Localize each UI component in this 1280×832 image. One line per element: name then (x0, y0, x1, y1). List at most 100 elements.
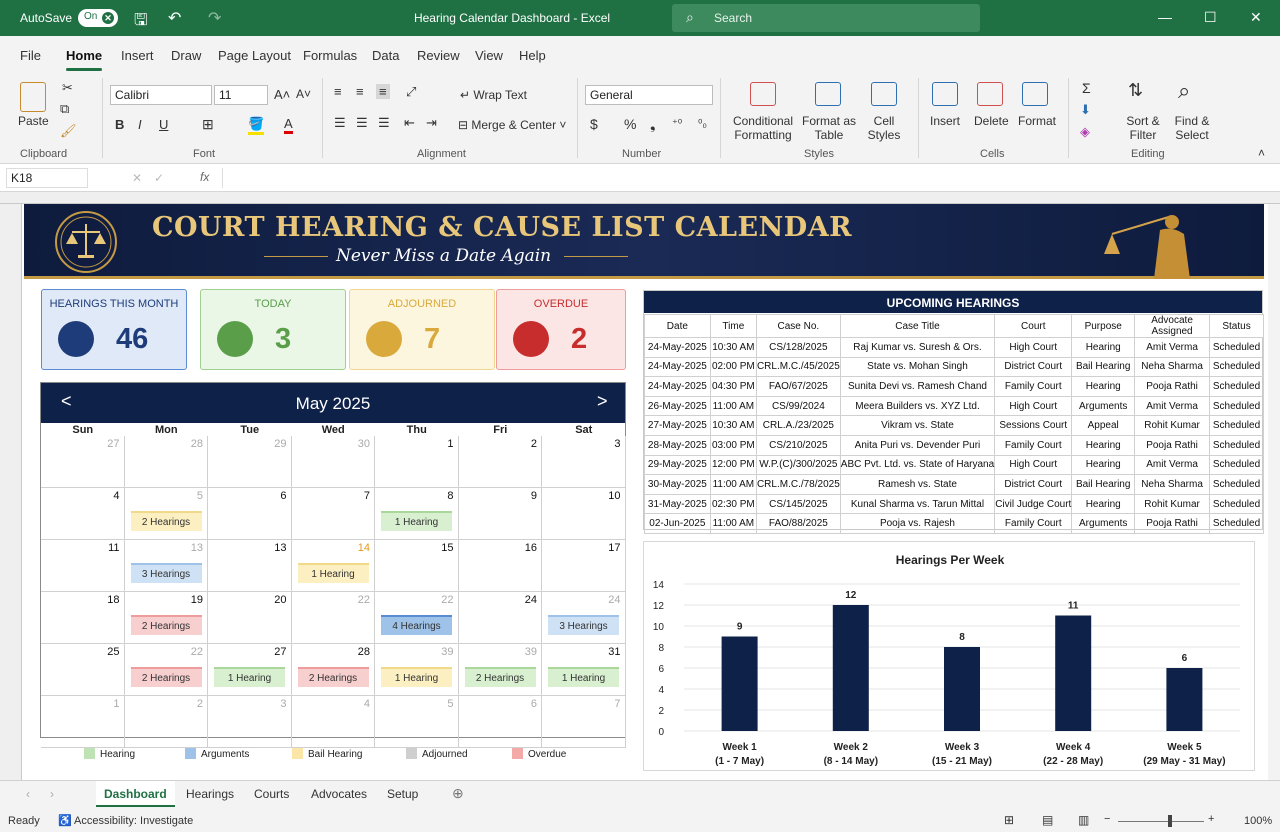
tab-insert[interactable]: Insert (121, 48, 154, 63)
table-cell[interactable]: W.P.(C)/300/2025 (755, 454, 841, 476)
delete-button[interactable]: Delete (974, 114, 1009, 128)
calendar-day[interactable]: 1 (41, 696, 125, 748)
column-header[interactable]: Status (1209, 314, 1264, 338)
calendar-day[interactable]: 27 (41, 436, 125, 488)
table-cell[interactable]: Scheduled (1209, 356, 1264, 378)
table-cell[interactable]: 29-May-2025 (644, 454, 711, 476)
formula-input[interactable] (222, 168, 1258, 188)
calendar-day[interactable]: 24 3 Hearings (542, 592, 626, 644)
save-icon[interactable]: 🖫 (134, 9, 148, 36)
table-cell[interactable]: Scheduled (1209, 454, 1264, 476)
table-row[interactable]: 30-May-2025 11:00 AM CRL.M.C./78/2025 Rames… (644, 474, 1264, 495)
table-cell[interactable]: Anita Puri vs. Devender Puri (839, 434, 996, 456)
column-header[interactable]: Time (709, 314, 757, 338)
align-left-icon[interactable]: ☰ (334, 115, 346, 131)
tab-page-layout[interactable]: Page Layout (218, 48, 291, 63)
table-cell[interactable]: Rohit Kumar (1134, 415, 1211, 436)
comma-icon[interactable]: ❟ (650, 116, 656, 133)
number-format-select[interactable]: General (585, 85, 713, 105)
function-icon[interactable]: fx (200, 170, 209, 184)
calendar-day[interactable]: 10 (542, 488, 626, 540)
find-select-button[interactable]: Find & Select (1172, 114, 1212, 142)
column-header[interactable]: Case Title (839, 314, 996, 338)
table-cell[interactable]: CRL.A./23/2025 (755, 415, 841, 436)
conditional-formatting-button[interactable]: Conditional Formatting (732, 114, 794, 142)
underline-icon[interactable]: U (159, 117, 168, 132)
calendar-day[interactable]: 28 (124, 436, 208, 488)
calendar-day[interactable]: 9 (458, 488, 542, 540)
table-cell[interactable]: 26-May-2025 (644, 395, 711, 417)
tab-data[interactable]: Data (372, 48, 399, 63)
column-header[interactable]: Date (644, 314, 711, 338)
accessibility-status[interactable]: Accessibility: Investigate (74, 815, 193, 827)
table-cell[interactable]: Scheduled (1209, 395, 1264, 417)
table-cell[interactable]: Bail Hearing (1071, 474, 1136, 495)
table-cell[interactable]: CS/145/2025 (755, 493, 841, 515)
enter-icon[interactable]: ✓ (154, 171, 164, 185)
calendar-day[interactable]: 17 (542, 540, 626, 592)
calendar-day[interactable]: 24 (458, 592, 542, 644)
tab-review[interactable]: Review (417, 48, 460, 63)
table-cell[interactable]: 30-May-2025 (644, 474, 711, 495)
currency-icon[interactable]: $ (590, 116, 598, 132)
hearing-count-chip[interactable]: 1 Hearing (548, 667, 619, 687)
calendar-day[interactable]: 22 4 Hearings (375, 592, 459, 644)
cell-styles-button[interactable]: Cell Styles (864, 114, 904, 142)
hearing-count-chip[interactable]: 2 Hearings (130, 667, 202, 687)
align-center-icon[interactable]: ☰ (356, 115, 368, 131)
table-cell[interactable]: Hearing (1071, 434, 1136, 456)
table-cell[interactable]: Family Court (994, 434, 1073, 456)
table-row[interactable]: 27-May-2025 10:30 AM CRL.A./23/2025 Vikram … (644, 415, 1264, 436)
table-cell[interactable]: Neha Sharma (1134, 356, 1211, 378)
table-cell[interactable]: Civil Judge Court (994, 493, 1073, 515)
sheet-tab-setup[interactable]: Setup (387, 787, 418, 801)
calendar-day[interactable]: 22 (291, 592, 375, 644)
table-row[interactable]: 24-May-2025 02:00 PM CRL.M.C./45/2025 State… (644, 356, 1264, 378)
calendar-day[interactable]: 22 2 Hearings (124, 644, 208, 696)
calendar-day[interactable]: 3 (208, 696, 292, 748)
calendar-day[interactable]: 16 (458, 540, 542, 592)
font-color-icon[interactable]: A (284, 116, 293, 134)
table-cell[interactable]: High Court (994, 454, 1073, 476)
calendar-day[interactable]: 39 2 Hearings (458, 644, 542, 696)
redo-icon[interactable]: ↷ (208, 8, 221, 28)
collapse-ribbon-icon[interactable]: ˄ (1258, 146, 1265, 160)
normal-view-icon[interactable]: ⊞ (1004, 813, 1014, 827)
table-cell[interactable]: Scheduled (1209, 415, 1264, 436)
table-cell[interactable]: Amit Verma (1134, 337, 1211, 358)
calendar-day[interactable]: 5 2 Hearings (124, 488, 208, 540)
table-row[interactable]: 24-May-2025 04:30 PM FAO/67/2025 Sunita Dev… (644, 376, 1264, 397)
cut-icon[interactable]: ✂ (62, 80, 73, 96)
minimize-icon[interactable]: — (1158, 9, 1172, 25)
undo-icon[interactable]: ↶ (168, 8, 181, 28)
table-cell[interactable]: Pooja Rathi (1134, 513, 1211, 534)
table-row[interactable]: 29-May-2025 12:00 PM W.P.(C)/300/2025 ABC P… (644, 454, 1264, 476)
percent-icon[interactable]: % (624, 116, 636, 132)
bold-icon[interactable]: B (115, 117, 124, 132)
zoom-level[interactable]: 100% (1244, 815, 1272, 827)
calendar-day[interactable]: 7 (542, 696, 626, 748)
table-cell[interactable]: State vs. Mohan Singh (839, 356, 996, 378)
table-cell[interactable]: Amit Verma (1134, 395, 1211, 417)
increase-indent-icon[interactable]: ⇥ (426, 115, 437, 131)
tab-view[interactable]: View (475, 48, 503, 63)
font-name-select[interactable]: Calibri (110, 85, 212, 105)
zoom-in-icon[interactable]: + (1208, 813, 1214, 825)
paste-button[interactable]: Paste (18, 114, 49, 128)
calendar-day[interactable]: 20 (208, 592, 292, 644)
copy-icon[interactable]: ⧉ (60, 101, 69, 117)
table-cell[interactable]: 03:00 PM (709, 434, 757, 456)
table-cell[interactable]: Arguments (1071, 395, 1136, 417)
table-cell[interactable]: Scheduled (1209, 376, 1264, 397)
format-as-table-button[interactable]: Format as Table (802, 114, 856, 142)
tab-file[interactable]: File (20, 48, 41, 63)
fill-icon[interactable]: ⬇ (1080, 102, 1091, 118)
table-cell[interactable]: District Court (994, 356, 1073, 378)
hearing-count-chip[interactable]: 2 Hearings (130, 511, 202, 531)
calendar-day[interactable]: 2 (124, 696, 208, 748)
fill-color-icon[interactable]: 🪣 (248, 116, 265, 135)
maximize-icon[interactable]: ☐ (1204, 9, 1217, 26)
table-cell[interactable]: Pooja Rathi (1134, 434, 1211, 456)
hearing-count-chip[interactable]: 2 Hearings (297, 667, 369, 687)
table-cell[interactable]: Family Court (994, 376, 1073, 397)
